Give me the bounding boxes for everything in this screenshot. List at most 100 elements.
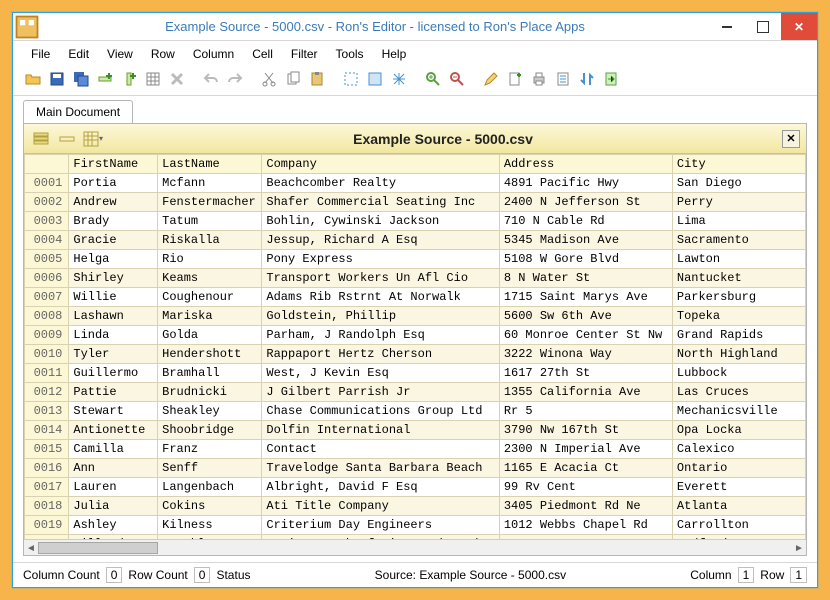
table-row[interactable]: 0008LashawnMariskaGoldstein, Phillip5600…: [25, 307, 806, 326]
row-number[interactable]: 0001: [25, 174, 69, 193]
cell[interactable]: 5345 Madison Ave: [499, 231, 672, 250]
cell[interactable]: 1617 27th St: [499, 364, 672, 383]
cell[interactable]: Antionette: [69, 421, 158, 440]
titlebar[interactable]: Example Source - 5000.csv - Ron's Editor…: [13, 13, 817, 41]
maximize-button[interactable]: [745, 13, 781, 40]
cell[interactable]: Portia: [69, 174, 158, 193]
table-row[interactable]: 0018JuliaCokinsAti Title Company3405 Pie…: [25, 497, 806, 516]
redo-icon[interactable]: [225, 69, 245, 89]
cell[interactable]: Willie: [69, 288, 158, 307]
cell[interactable]: Opa Locka: [672, 421, 805, 440]
cell[interactable]: 5108 W Gore Blvd: [499, 250, 672, 269]
cell[interactable]: Everett: [672, 478, 805, 497]
cell[interactable]: Lima: [672, 212, 805, 231]
cell[interactable]: Mcfann: [158, 174, 262, 193]
cell[interactable]: Rr 5: [499, 402, 672, 421]
col-address[interactable]: Address: [499, 155, 672, 174]
row-number[interactable]: 0019: [25, 516, 69, 535]
col-lastname[interactable]: LastName: [158, 155, 262, 174]
cell[interactable]: Andrew: [69, 193, 158, 212]
cell[interactable]: Mechanicsville: [672, 402, 805, 421]
cell[interactable]: 1012 Webbs Chapel Rd: [499, 516, 672, 535]
table-row[interactable]: 0015CamillaFranzContact2300 N Imperial A…: [25, 440, 806, 459]
row-number[interactable]: 0013: [25, 402, 69, 421]
cell[interactable]: Travelodge Santa Barbara Beach: [262, 459, 499, 478]
row-number[interactable]: 0018: [25, 497, 69, 516]
cell[interactable]: Keams: [158, 269, 262, 288]
table-row[interactable]: 0016AnnSenffTravelodge Santa Barbara Bea…: [25, 459, 806, 478]
cell[interactable]: 8 N Water St: [499, 269, 672, 288]
table-row[interactable]: 0017LaurenLangenbachAlbright, David F Es…: [25, 478, 806, 497]
cell[interactable]: Coughenour: [158, 288, 262, 307]
delete-icon[interactable]: [167, 69, 187, 89]
cell[interactable]: Franz: [158, 440, 262, 459]
cell[interactable]: Atlanta: [672, 497, 805, 516]
cell[interactable]: Goldstein, Phillip: [262, 307, 499, 326]
cell[interactable]: San Diego: [672, 174, 805, 193]
cell[interactable]: Perry: [672, 193, 805, 212]
row-number[interactable]: 0002: [25, 193, 69, 212]
cell[interactable]: Fenstermacher: [158, 193, 262, 212]
scroll-thumb[interactable]: [38, 542, 158, 554]
cell[interactable]: Linda: [69, 326, 158, 345]
cell[interactable]: Shafer Commercial Seating Inc: [262, 193, 499, 212]
header-row[interactable]: FirstName LastName Company Address City: [25, 155, 806, 174]
cell[interactable]: Nantucket: [672, 269, 805, 288]
cell[interactable]: Lawton: [672, 250, 805, 269]
saveall-icon[interactable]: [71, 69, 91, 89]
cell[interactable]: J Gilbert Parrish Jr: [262, 383, 499, 402]
tab-main-document[interactable]: Main Document: [23, 100, 133, 123]
sort-icon[interactable]: [577, 69, 597, 89]
cell[interactable]: Las Cruces: [672, 383, 805, 402]
cell[interactable]: 3790 Nw 167th St: [499, 421, 672, 440]
row-number[interactable]: 0011: [25, 364, 69, 383]
export-icon[interactable]: [601, 69, 621, 89]
grid-icon[interactable]: [143, 69, 163, 89]
cell[interactable]: Guillermo: [69, 364, 158, 383]
cell[interactable]: Camilla: [69, 440, 158, 459]
cell[interactable]: Riskalla: [158, 231, 262, 250]
cell[interactable]: Kilness: [158, 516, 262, 535]
singlerow-icon[interactable]: [56, 128, 78, 150]
menu-cell[interactable]: Cell: [244, 45, 281, 63]
cell[interactable]: 2400 N Jefferson St: [499, 193, 672, 212]
menu-column[interactable]: Column: [185, 45, 242, 63]
newdoc-icon[interactable]: [505, 69, 525, 89]
cell[interactable]: 2300 N Imperial Ave: [499, 440, 672, 459]
menu-tools[interactable]: Tools: [328, 45, 372, 63]
undo-icon[interactable]: [201, 69, 221, 89]
addcol-icon[interactable]: [119, 69, 139, 89]
row-number[interactable]: 0003: [25, 212, 69, 231]
corner-cell[interactable]: [25, 155, 69, 174]
table-row[interactable]: 0006ShirleyKeamsTransport Workers Un Afl…: [25, 269, 806, 288]
cell[interactable]: Beachcomber Realty: [262, 174, 499, 193]
close-button[interactable]: [781, 13, 817, 40]
zoomin-icon[interactable]: [423, 69, 443, 89]
row-number[interactable]: 0010: [25, 345, 69, 364]
menu-edit[interactable]: Edit: [60, 45, 97, 63]
cell[interactable]: Bramhall: [158, 364, 262, 383]
table-row[interactable]: 0014AntionetteShoobridgeDolfin Internati…: [25, 421, 806, 440]
row-number[interactable]: 0016: [25, 459, 69, 478]
cell[interactable]: Calexico: [672, 440, 805, 459]
cell[interactable]: Shoobridge: [158, 421, 262, 440]
copy-icon[interactable]: [283, 69, 303, 89]
properties-icon[interactable]: [553, 69, 573, 89]
row-number[interactable]: 0007: [25, 288, 69, 307]
gridview-icon[interactable]: ▾: [82, 128, 104, 150]
cell[interactable]: Tatum: [158, 212, 262, 231]
cell[interactable]: Ann: [69, 459, 158, 478]
cell[interactable]: Adams Rib Rstrnt At Norwalk: [262, 288, 499, 307]
zoomout-icon[interactable]: [447, 69, 467, 89]
row-number[interactable]: 0012: [25, 383, 69, 402]
table-row[interactable]: 0011GuillermoBramhallWest, J Kevin Esq16…: [25, 364, 806, 383]
table-row[interactable]: 0003BradyTatumBohlin, Cywinski Jackson71…: [25, 212, 806, 231]
open-icon[interactable]: [23, 69, 43, 89]
table-row[interactable]: 0002AndrewFenstermacherShafer Commercial…: [25, 193, 806, 212]
col-company[interactable]: Company: [262, 155, 499, 174]
row-number[interactable]: 0008: [25, 307, 69, 326]
cell[interactable]: Sacramento: [672, 231, 805, 250]
cell[interactable]: 1165 E Acacia Ct: [499, 459, 672, 478]
row-number[interactable]: 0006: [25, 269, 69, 288]
table-row[interactable]: 0012PattieBrudnickiJ Gilbert Parrish Jr1…: [25, 383, 806, 402]
